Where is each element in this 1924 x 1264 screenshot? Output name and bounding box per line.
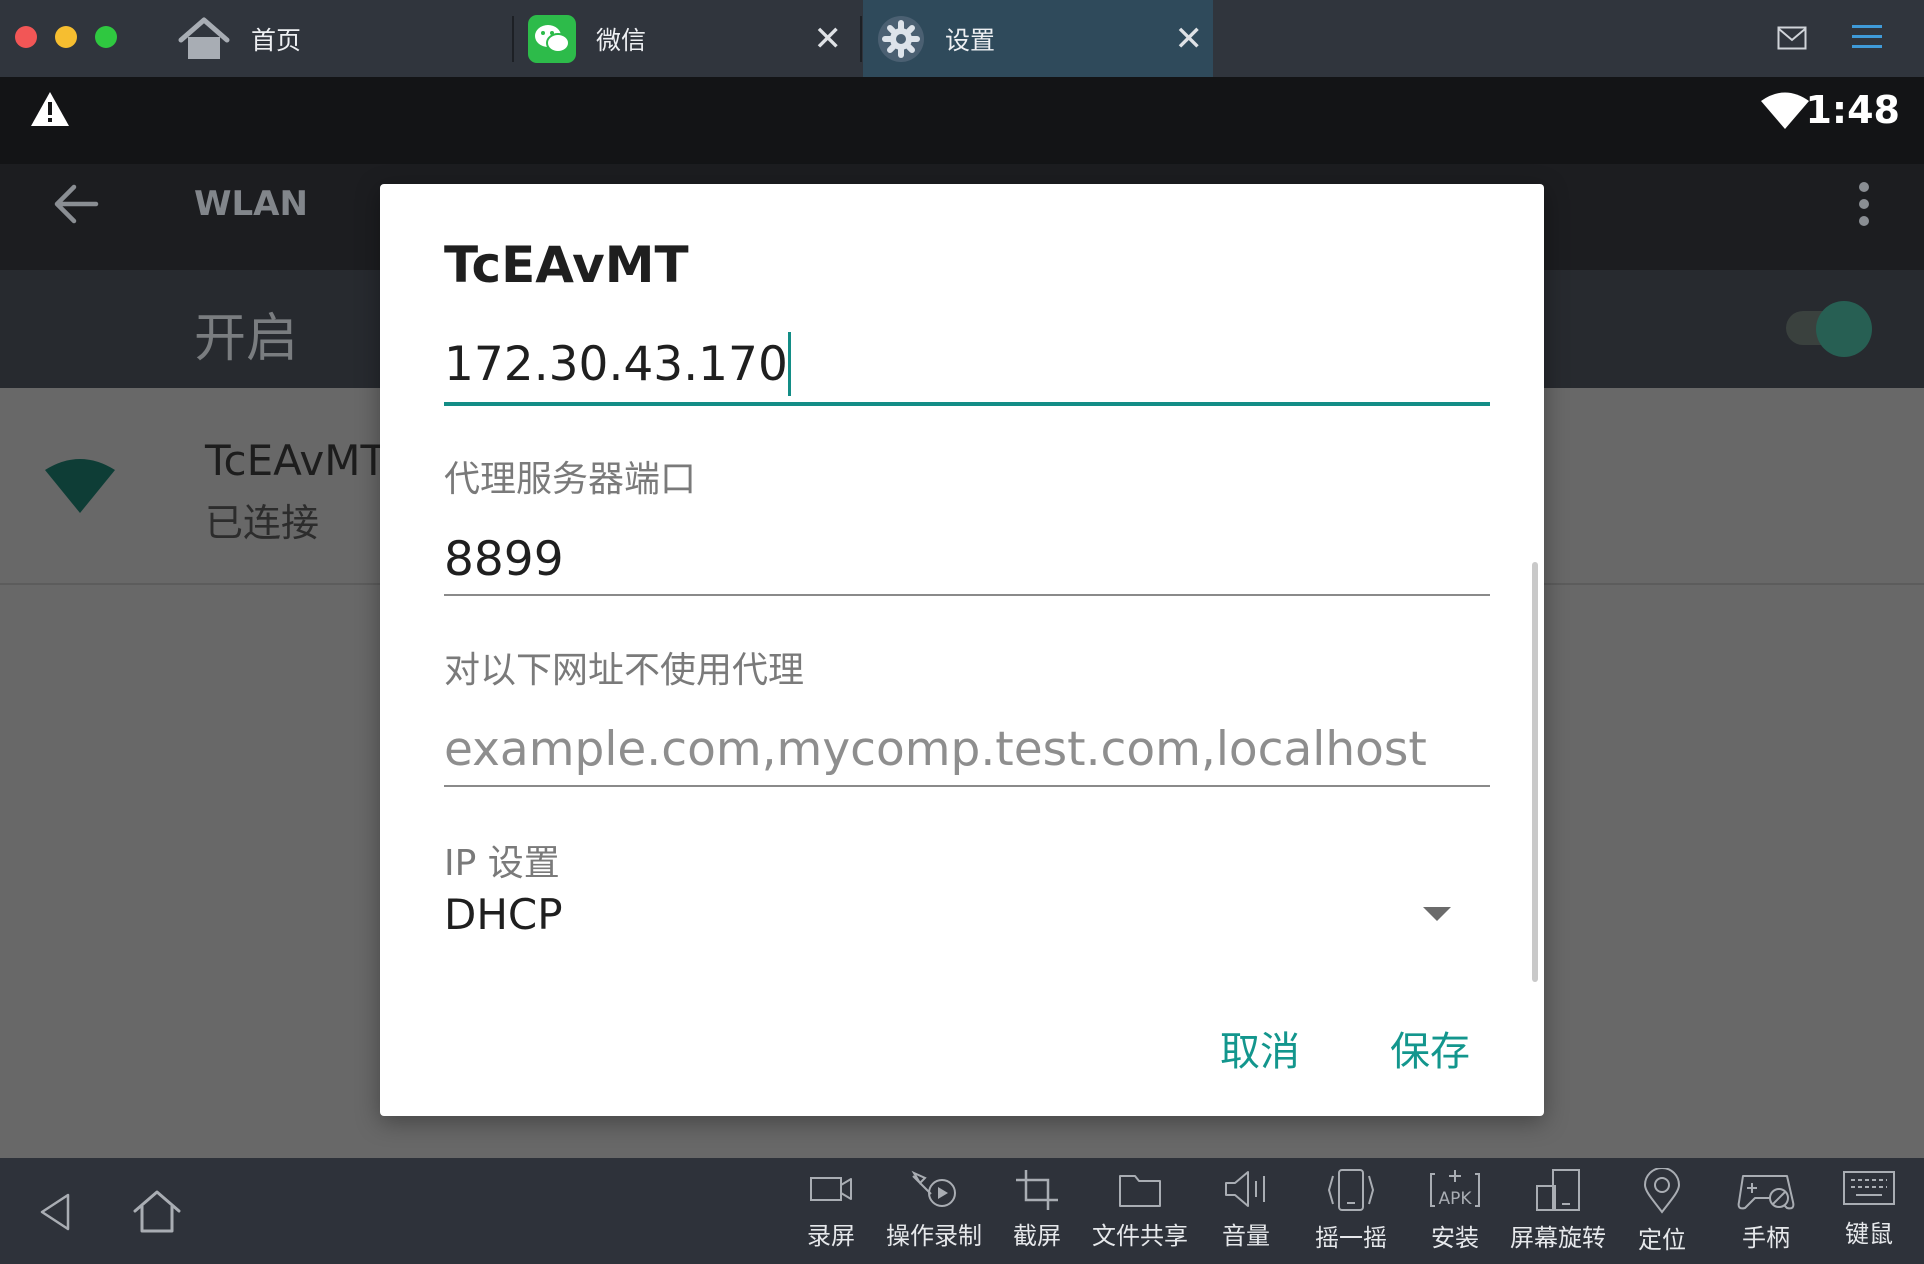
wifi-signal-icon (45, 459, 115, 513)
tool-label: 操作录制 (886, 1222, 982, 1250)
nav-home-icon[interactable] (132, 1189, 182, 1233)
tool-label: 键鼠 (1845, 1220, 1893, 1248)
tab-wechat[interactable]: 微信 ✕ (515, 0, 860, 77)
tool-location[interactable]: 定位 (1617, 1168, 1707, 1255)
minimize-window-button[interactable] (55, 26, 77, 48)
android-status-bar (0, 77, 1924, 164)
dialog-scrollbar[interactable] (1532, 562, 1538, 982)
nav-back-icon[interactable] (38, 1192, 72, 1232)
wlan-toggle-thumb[interactable] (1816, 301, 1872, 357)
proxy-bypass-label: 对以下网址不使用代理 (444, 650, 805, 691)
proxy-bypass-underline (444, 785, 1490, 787)
menu-icon[interactable] (1852, 23, 1882, 51)
folder-share-icon (1119, 1175, 1161, 1207)
proxy-host-underline (444, 402, 1490, 406)
tab-settings-close-icon[interactable]: ✕ (1175, 22, 1204, 56)
ip-settings-label: IP 设置 (444, 843, 560, 884)
zoom-window-button[interactable] (95, 26, 117, 48)
status-time: 1:48 (1805, 88, 1900, 132)
tool-macro-record[interactable]: 操作录制 (886, 1168, 982, 1251)
keyboard-icon (1843, 1171, 1895, 1205)
proxy-port-label: 代理服务器端口 (444, 459, 697, 500)
tool-rotate-screen[interactable]: 屏幕旋转 (1510, 1168, 1606, 1253)
settings-gear-icon (878, 15, 924, 62)
proxy-host-input[interactable]: 172.30.43.170 (444, 337, 788, 392)
proxy-port-input[interactable]: 8899 (444, 532, 564, 587)
tool-label: 安装 (1431, 1224, 1479, 1252)
more-vert-icon[interactable] (1856, 181, 1872, 227)
volume-icon (1225, 1171, 1265, 1207)
warning-icon (31, 92, 69, 126)
svg-text:APK: APK (1438, 1189, 1472, 1209)
tool-label: 音量 (1222, 1222, 1270, 1250)
page-title: WLAN (194, 184, 308, 224)
text-cursor (787, 332, 791, 396)
location-pin-icon (1643, 1168, 1681, 1214)
wechat-icon (528, 14, 576, 63)
ip-settings-select[interactable]: DHCP (444, 890, 563, 939)
proxy-settings-dialog: TcEAvMT 172.30.43.170 代理服务器端口 8899 对以下网址… (380, 184, 1544, 1116)
tab-settings-label: 设置 (945, 25, 996, 55)
crop-screenshot-icon (1016, 1170, 1058, 1210)
proxy-bypass-input[interactable]: example.com,mycomp.test.com,localhost (444, 722, 1427, 777)
tool-label: 摇一摇 (1315, 1224, 1387, 1252)
dialog-title: TcEAvMT (444, 236, 689, 294)
wlan-switch-label: 开启 (194, 309, 299, 369)
close-window-button[interactable] (15, 26, 37, 48)
mail-icon[interactable] (1777, 26, 1807, 50)
wifi-icon (1761, 92, 1809, 129)
record-screen-icon (810, 1177, 852, 1201)
tool-file-share[interactable]: 文件共享 (1092, 1168, 1188, 1251)
tool-label: 手柄 (1742, 1224, 1790, 1252)
tool-volume[interactable]: 音量 (1201, 1168, 1291, 1251)
macro-record-icon (911, 1170, 956, 1207)
tab-settings[interactable]: 设置 ✕ (863, 0, 1213, 77)
back-arrow-icon[interactable] (52, 183, 100, 225)
tool-label: 屏幕旋转 (1510, 1224, 1606, 1252)
tool-label: 定位 (1638, 1226, 1686, 1254)
tool-install[interactable]: APK 安装 (1410, 1168, 1500, 1253)
tab-home-label: 首页 (251, 25, 302, 55)
dropdown-arrow-icon[interactable] (1423, 907, 1451, 923)
tool-gamepad[interactable]: 手柄 (1721, 1168, 1811, 1253)
tab-separator (512, 16, 514, 62)
tab-home[interactable]: 首页 (170, 0, 510, 77)
tool-shake[interactable]: 摇一摇 (1306, 1168, 1396, 1253)
tab-wechat-label: 微信 (596, 25, 647, 55)
network-name[interactable]: TcEAvMT (205, 436, 386, 485)
tab-separator (860, 16, 862, 62)
proxy-host-field[interactable]: 172.30.43.170 (444, 332, 791, 396)
proxy-port-underline (444, 594, 1490, 596)
save-button[interactable]: 保存 (1390, 1019, 1470, 1077)
tool-label: 录屏 (807, 1222, 855, 1250)
network-status: 已连接 (205, 501, 320, 545)
tool-screenshot[interactable]: 截屏 (992, 1168, 1082, 1251)
cancel-button[interactable]: 取消 (1220, 1019, 1300, 1077)
rotate-screen-icon (1536, 1169, 1580, 1211)
shake-icon (1327, 1169, 1375, 1211)
tab-wechat-close-icon[interactable]: ✕ (814, 22, 843, 56)
tool-label: 文件共享 (1092, 1222, 1188, 1250)
tool-record-screen[interactable]: 录屏 (786, 1168, 876, 1251)
apk-install-icon: APK (1430, 1170, 1480, 1209)
gamepad-icon (1737, 1175, 1795, 1210)
tool-label: 截屏 (1013, 1222, 1061, 1250)
home-icon (178, 17, 230, 59)
tool-keyboard-mouse[interactable]: 键鼠 (1824, 1168, 1914, 1249)
